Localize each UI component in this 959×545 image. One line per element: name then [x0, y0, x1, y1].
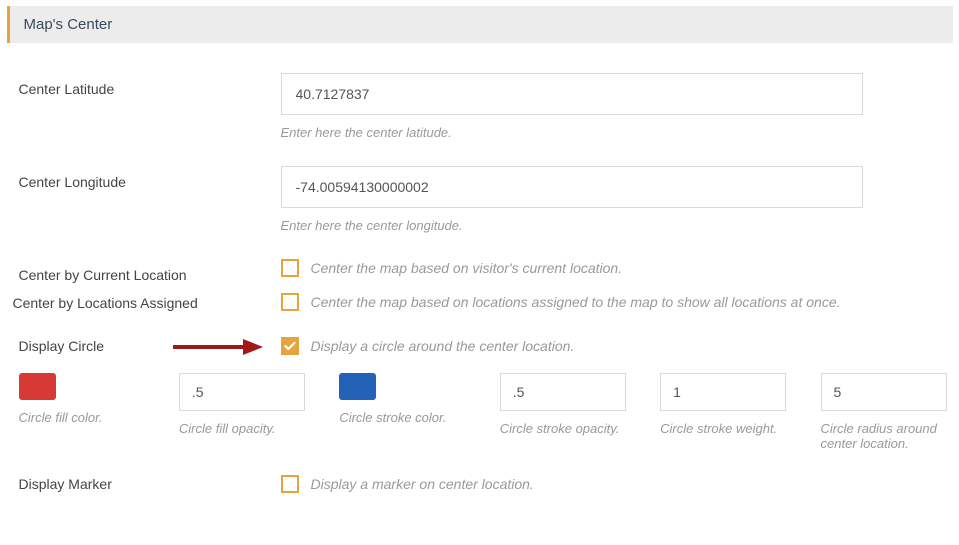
help-radius: Circle radius around center location.: [821, 421, 947, 451]
row-center-latitude: Center Latitude Enter here the center la…: [13, 73, 947, 140]
row-display-marker: Display Marker Display a marker on cente…: [13, 475, 947, 493]
help-center-latitude: Enter here the center latitude.: [281, 125, 947, 140]
arrow-icon: [171, 337, 263, 360]
field-center-assigned: Center the map based on locations assign…: [281, 293, 947, 311]
help-stroke-weight: Circle stroke weight.: [660, 421, 792, 436]
desc-center-current: Center the map based on visitor's curren…: [311, 260, 623, 276]
field-center-longitude: Enter here the center longitude.: [281, 166, 947, 233]
circle-fill-color-swatch[interactable]: [19, 373, 56, 400]
item-stroke-weight: Circle stroke weight.: [660, 373, 792, 436]
row-center-longitude: Center Longitude Enter here the center l…: [13, 166, 947, 233]
map-center-panel: Map's Center Center Latitude Enter here …: [7, 6, 953, 513]
circle-fill-opacity-input[interactable]: [179, 373, 305, 411]
label-center-current: Center by Current Location: [13, 259, 281, 283]
label-display-marker: Display Marker: [13, 475, 281, 492]
center-longitude-input[interactable]: [281, 166, 863, 208]
center-current-checkbox[interactable]: [281, 259, 299, 277]
item-fill-color: Circle fill color.: [19, 373, 151, 425]
circle-stroke-color-swatch[interactable]: [339, 373, 376, 400]
check-icon: [284, 340, 296, 352]
row-display-circle: Display Circle Display a circle around t…: [13, 337, 947, 355]
label-display-circle: Display Circle: [13, 337, 281, 354]
item-stroke-color: Circle stroke color.: [339, 373, 471, 425]
desc-display-marker: Display a marker on center location.: [311, 476, 534, 492]
row-center-current: Center by Current Location Center the ma…: [13, 259, 947, 283]
display-marker-checkbox[interactable]: [281, 475, 299, 493]
row-center-assigned: Center by Locations Assigned Center the …: [13, 293, 947, 311]
field-display-marker: Display a marker on center location.: [281, 475, 947, 493]
desc-display-circle: Display a circle around the center locat…: [311, 338, 575, 354]
label-center-assigned: Center by Locations Assigned: [13, 293, 281, 311]
display-circle-checkbox[interactable]: [281, 337, 299, 355]
help-center-longitude: Enter here the center longitude.: [281, 218, 947, 233]
circle-options-row: Circle fill color. Circle fill opacity. …: [13, 373, 947, 451]
center-latitude-input[interactable]: [281, 73, 863, 115]
circle-radius-input[interactable]: [821, 373, 947, 411]
help-fill-opacity: Circle fill opacity.: [179, 421, 311, 436]
center-assigned-checkbox[interactable]: [281, 293, 299, 311]
label-center-longitude: Center Longitude: [13, 166, 281, 190]
item-stroke-opacity: Circle stroke opacity.: [500, 373, 632, 436]
label-center-latitude: Center Latitude: [13, 73, 281, 97]
desc-center-assigned: Center the map based on locations assign…: [311, 294, 841, 310]
label-display-circle-text: Display Circle: [19, 338, 105, 354]
circle-stroke-weight-input[interactable]: [660, 373, 786, 411]
circle-stroke-opacity-input[interactable]: [500, 373, 626, 411]
panel-title: Map's Center: [7, 6, 953, 43]
field-display-circle: Display a circle around the center locat…: [281, 337, 947, 355]
field-center-latitude: Enter here the center latitude.: [281, 73, 947, 140]
form-body: Center Latitude Enter here the center la…: [7, 43, 953, 513]
item-fill-opacity: Circle fill opacity.: [179, 373, 311, 436]
field-center-current: Center the map based on visitor's curren…: [281, 259, 947, 277]
help-fill-color: Circle fill color.: [19, 410, 151, 425]
item-radius: Circle radius around center location.: [821, 373, 947, 451]
help-stroke-opacity: Circle stroke opacity.: [500, 421, 632, 436]
help-stroke-color: Circle stroke color.: [339, 410, 471, 425]
